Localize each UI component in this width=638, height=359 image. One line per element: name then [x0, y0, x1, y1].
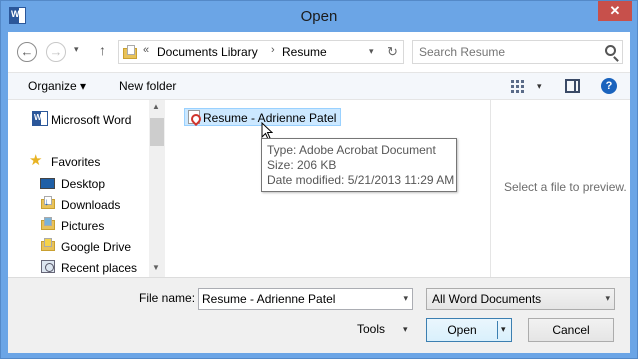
address-history-dropdown[interactable]: ▾: [369, 46, 374, 57]
tooltip-date-modified: Date modified: 5/21/2013 11:29 AM: [267, 173, 455, 187]
dialog-footer: File name: ▾ All Word Documents ▾ Tools …: [8, 277, 630, 353]
open-button-label: Open: [447, 323, 477, 337]
tooltip-type: Type: Adobe Acrobat Document: [267, 143, 436, 157]
tooltip-size: Size: 206 KB: [267, 158, 337, 172]
nav-item-label: Downloads: [61, 198, 121, 212]
file-type-value: All Word Documents: [432, 292, 542, 306]
nav-item-label: Desktop: [61, 177, 106, 191]
new-folder-button[interactable]: New folder: [119, 79, 176, 93]
search-box[interactable]: [412, 40, 623, 64]
navigation-pane: Microsoft Word ★ Favorites Desktop Downl…: [8, 100, 165, 277]
organize-button[interactable]: Organize ▾: [28, 79, 86, 93]
nav-item-label: Pictures: [61, 219, 105, 233]
dialog-title: Open: [300, 8, 338, 25]
breadcrumb-documents-library[interactable]: Documents Library: [157, 45, 258, 59]
forward-arrow-icon: →: [49, 44, 63, 59]
nav-item-label: Microsoft Word: [51, 113, 132, 127]
back-button[interactable]: ←: [17, 42, 37, 62]
chevron-down-icon[interactable]: ▾: [605, 293, 610, 304]
nav-item-label: Favorites: [51, 155, 101, 169]
address-row: ← → ▾ ↑ « Documents Library › Resume ▾ ↻: [8, 32, 630, 72]
file-name-field[interactable]: [202, 291, 392, 307]
nav-scrollbar[interactable]: ▲ ▼: [149, 100, 165, 277]
views-icon[interactable]: [511, 80, 524, 93]
address-bar[interactable]: « Documents Library › Resume ▾ ↻: [118, 40, 404, 64]
refresh-icon[interactable]: ↻: [387, 44, 398, 60]
pdf-icon: [188, 110, 200, 124]
nav-item-recent-places[interactable]: Recent places: [8, 258, 148, 278]
preview-pane-icon[interactable]: [565, 79, 580, 93]
file-type-select[interactable]: All Word Documents ▾: [426, 288, 615, 310]
close-button[interactable]: ✕: [598, 1, 632, 21]
preview-pane: Select a file to preview.: [490, 100, 630, 277]
scroll-thumb[interactable]: [150, 118, 164, 146]
nav-item-downloads[interactable]: Downloads: [8, 195, 148, 215]
nav-item-pictures[interactable]: Pictures: [8, 216, 148, 236]
search-icon[interactable]: [605, 45, 616, 56]
overflow-crumb[interactable]: «: [143, 44, 149, 56]
open-button[interactable]: Open ▾: [426, 318, 512, 342]
title-bar[interactable]: Open ✕: [1, 1, 637, 32]
open-dropdown-icon[interactable]: ▾: [501, 324, 506, 335]
nav-item-google-drive[interactable]: Google Drive: [8, 237, 148, 257]
breadcrumb-resume[interactable]: Resume: [282, 45, 327, 59]
tools-dropdown-icon[interactable]: ▾: [403, 324, 408, 335]
file-name-label: File name:: [139, 291, 196, 305]
up-button[interactable]: ↑: [99, 42, 106, 58]
forward-button[interactable]: →: [46, 42, 66, 62]
nav-item-microsoft-word[interactable]: Microsoft Word: [8, 110, 148, 130]
scroll-down-icon[interactable]: ▼: [152, 263, 160, 272]
breadcrumb-separator[interactable]: ›: [271, 44, 275, 56]
scroll-up-icon[interactable]: ▲: [152, 102, 160, 111]
chevron-down-icon[interactable]: ▾: [403, 293, 408, 304]
nav-item-favorites[interactable]: Favorites: [8, 152, 148, 172]
back-arrow-icon: ←: [20, 44, 34, 59]
file-name-combobox[interactable]: ▾: [198, 288, 413, 310]
views-dropdown[interactable]: ▾: [537, 81, 542, 92]
nav-item-label: Recent places: [61, 261, 138, 275]
dialog-client: ← → ▾ ↑ « Documents Library › Resume ▾ ↻: [8, 32, 630, 353]
help-icon[interactable]: ?: [601, 78, 617, 94]
recent-locations-dropdown[interactable]: ▾: [74, 44, 79, 55]
file-list[interactable]: Resume - Adrienne Patel Type: Adobe Acro…: [165, 100, 490, 277]
library-folder-icon: [123, 45, 137, 59]
file-info-tooltip: Type: Adobe Acrobat Document Size: 206 K…: [261, 138, 457, 192]
tools-button[interactable]: Tools: [357, 322, 385, 336]
cancel-button[interactable]: Cancel: [528, 318, 614, 342]
open-dialog: Open ✕ ← → ▾ ↑ « Documents Library › Re: [0, 0, 638, 359]
nav-item-desktop[interactable]: Desktop: [8, 174, 148, 194]
nav-item-label: Google Drive: [61, 240, 132, 254]
search-input[interactable]: [419, 44, 599, 60]
open-split-divider: [497, 321, 498, 339]
up-arrow-icon: ↑: [99, 42, 106, 58]
command-bar: Organize ▾ New folder ▾ ?: [8, 72, 630, 100]
preview-message: Select a file to preview.: [504, 180, 627, 194]
